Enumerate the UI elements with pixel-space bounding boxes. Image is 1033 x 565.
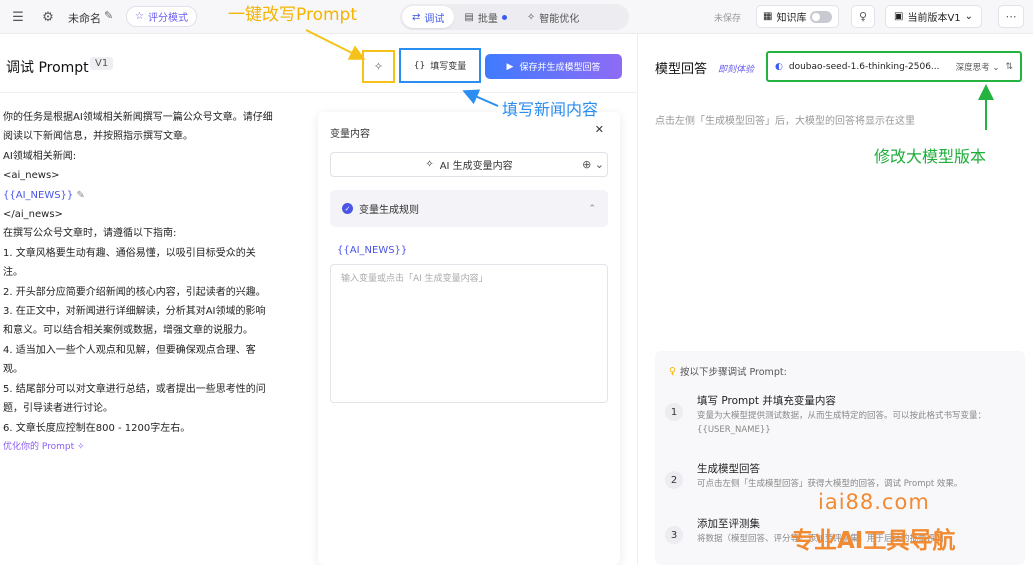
fill-arrow (462, 89, 499, 107)
rewrite-arrow (305, 29, 366, 60)
watermark-site: iai88.com (818, 490, 930, 514)
annotation-rewrite: 一键改写Prompt (228, 5, 357, 25)
annotation-fill-news: 填写新闻内容 (502, 100, 599, 119)
watermark-nav: 专业AI工具导航 (791, 528, 956, 554)
annotation-change-model: 修改大模型版本 (874, 147, 987, 166)
annotation-arrows (305, 29, 994, 130)
